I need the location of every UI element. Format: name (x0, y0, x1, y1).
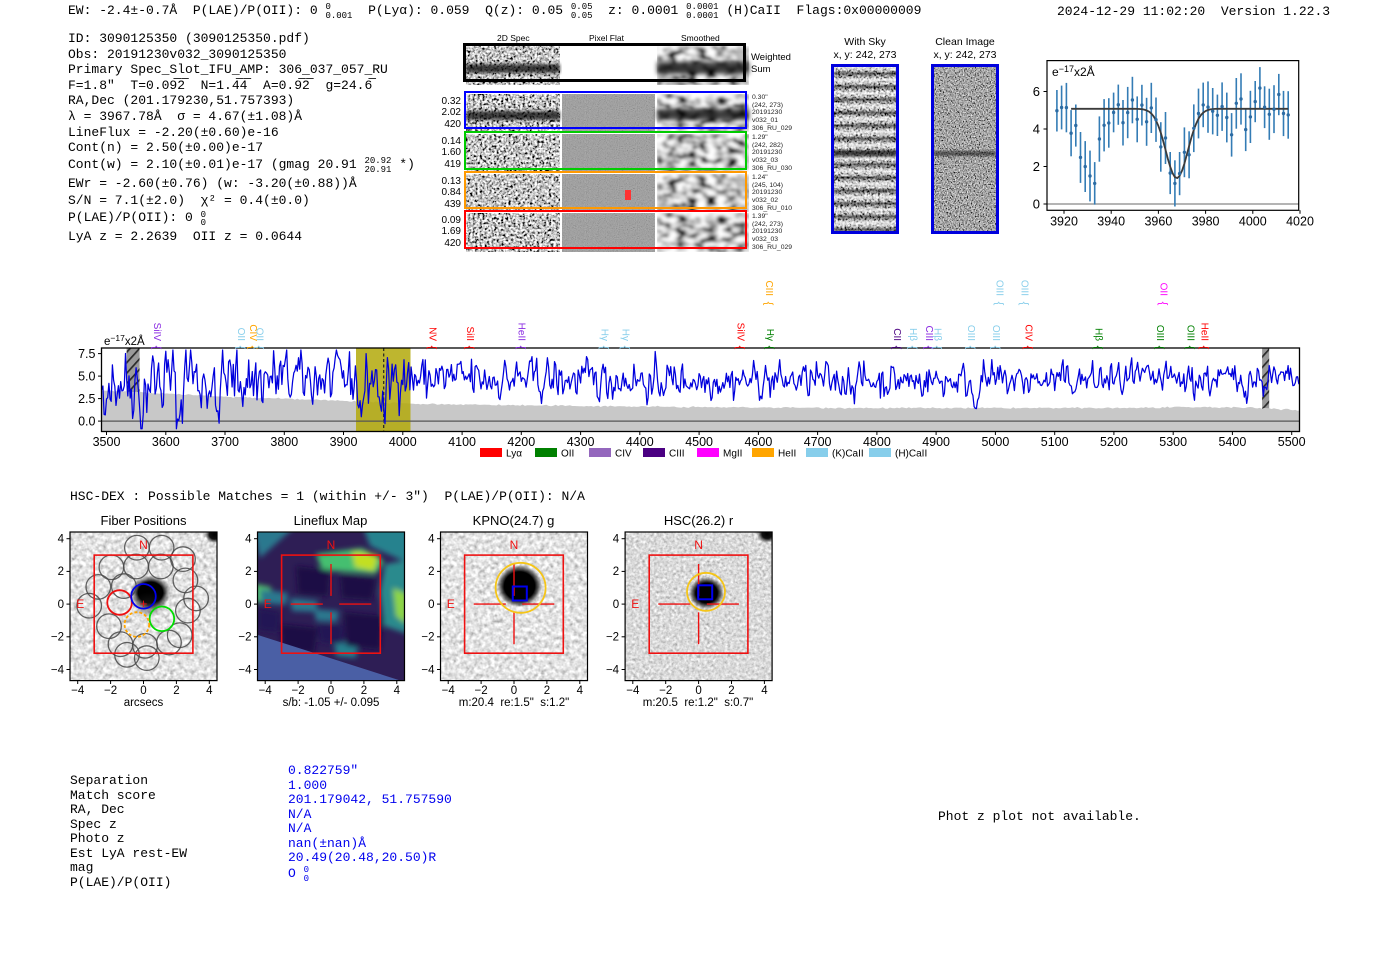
svg-text:2: 2 (58, 566, 64, 578)
svg-text:−2: −2 (475, 685, 488, 697)
svg-text:0: 0 (511, 685, 517, 697)
svg-text:4: 4 (428, 534, 435, 546)
svg-text:4: 4 (761, 685, 768, 697)
svg-text:−2: −2 (421, 632, 434, 644)
svg-text:0: 0 (140, 685, 146, 697)
svg-text:0: 0 (613, 599, 619, 611)
svg-text:0: 0 (695, 685, 701, 697)
svg-text:4: 4 (577, 685, 584, 697)
svg-text:−2: −2 (238, 632, 251, 644)
svg-text:2: 2 (728, 685, 734, 697)
svg-text:N: N (510, 538, 519, 552)
svg-text:−2: −2 (606, 632, 619, 644)
svg-text:−2: −2 (659, 685, 672, 697)
svg-text:−4: −4 (626, 685, 640, 697)
svg-text:4: 4 (613, 534, 620, 546)
svg-text:−4: −4 (442, 685, 456, 697)
svg-text:−2: −2 (104, 685, 117, 697)
svg-text:4: 4 (394, 685, 401, 697)
svg-text:−4: −4 (238, 664, 252, 676)
svg-text:−2: −2 (51, 632, 64, 644)
svg-text:−4: −4 (421, 664, 435, 676)
svg-text:2: 2 (361, 685, 367, 697)
svg-text:2: 2 (173, 685, 179, 697)
svg-text:2: 2 (245, 566, 251, 578)
svg-text:−4: −4 (71, 685, 85, 697)
svg-text:E: E (264, 597, 272, 611)
svg-text:4: 4 (206, 685, 213, 697)
svg-text:N: N (139, 538, 148, 552)
svg-text:+: + (140, 596, 148, 611)
svg-text:0: 0 (428, 599, 434, 611)
svg-text:0: 0 (245, 599, 251, 611)
svg-text:−4: −4 (259, 685, 273, 697)
svg-text:−4: −4 (606, 664, 620, 676)
svg-text:0: 0 (58, 599, 64, 611)
svg-text:2: 2 (613, 566, 619, 578)
svg-text:E: E (631, 597, 639, 611)
svg-text:2: 2 (428, 566, 434, 578)
svg-text:−2: −2 (292, 685, 305, 697)
svg-text:4: 4 (58, 534, 65, 546)
svg-text:E: E (447, 597, 455, 611)
svg-text:4: 4 (245, 534, 252, 546)
svg-text:N: N (327, 538, 336, 552)
svg-text:−4: −4 (51, 664, 65, 676)
svg-text:0: 0 (328, 685, 334, 697)
svg-text:E: E (76, 597, 84, 611)
svg-text:N: N (694, 538, 703, 552)
svg-text:2: 2 (544, 685, 550, 697)
